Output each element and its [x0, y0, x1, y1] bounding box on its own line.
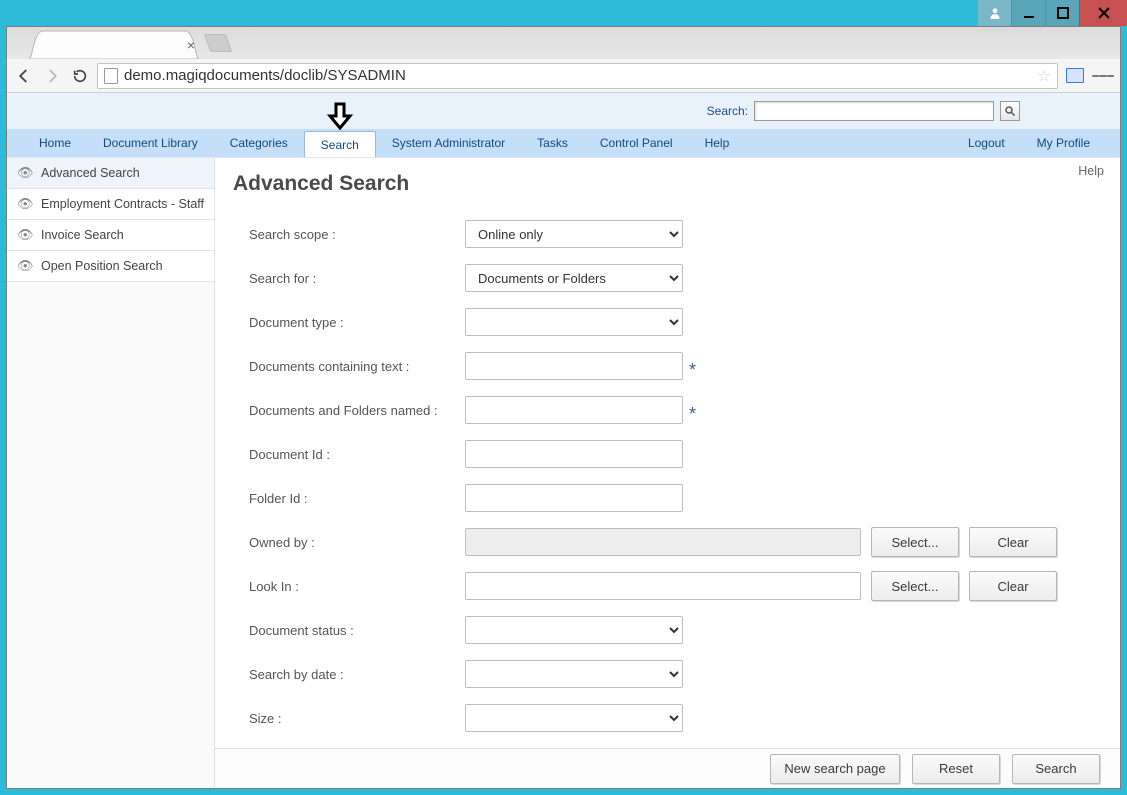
menu-document-library[interactable]: Document Library — [87, 129, 214, 157]
main-column: Help Advanced Search Search scope : Onli… — [215, 158, 1120, 788]
page-help-link[interactable]: Help — [1078, 164, 1104, 178]
sidebar: 👁 Advanced Search 👁 Employment Contracts… — [7, 158, 215, 788]
sidebar-item-open-position-search[interactable]: 👁 Open Position Search — [7, 251, 214, 282]
menu-home[interactable]: Home — [23, 129, 87, 157]
main-menu: Home Document Library Categories Search … — [7, 129, 1120, 157]
highlight-arrow-icon — [327, 102, 353, 133]
owned-by-select-button[interactable]: Select... — [871, 527, 959, 557]
select-document-type[interactable] — [465, 308, 683, 336]
select-search-for[interactable]: Documents or Folders — [465, 264, 683, 292]
menu-control-panel[interactable]: Control Panel — [584, 129, 689, 157]
reload-icon[interactable] — [69, 65, 91, 87]
window-close-button[interactable] — [1079, 0, 1127, 26]
sidebar-item-invoice-search[interactable]: 👁 Invoice Search — [7, 220, 214, 251]
eye-icon: 👁 — [17, 196, 33, 212]
browser-menu-icon[interactable] — [1092, 65, 1114, 87]
select-search-by-date[interactable] — [465, 660, 683, 688]
new-search-page-button[interactable]: New search page — [770, 754, 900, 784]
menu-tasks[interactable]: Tasks — [521, 129, 584, 157]
input-look-in[interactable] — [465, 572, 861, 600]
browser-toolbar: demo.magiqdocuments/doclib/SYSADMIN ☆ — [7, 59, 1120, 93]
label-owned-by: Owned by : — [249, 535, 465, 550]
tab-close-icon[interactable]: × — [187, 37, 195, 53]
menu-logout[interactable]: Logout — [952, 129, 1021, 157]
window-maximize-button[interactable] — [1045, 0, 1079, 26]
select-size[interactable] — [465, 704, 683, 732]
search-button[interactable]: Search — [1012, 754, 1100, 784]
eye-icon: 👁 — [17, 165, 33, 181]
browser-window: × demo.magiqdocuments/doclib/SYSADMIN ☆ … — [6, 26, 1121, 789]
window-minimize-button[interactable] — [1011, 0, 1045, 26]
owned-by-clear-button[interactable]: Clear — [969, 527, 1057, 557]
input-owned-by[interactable] — [465, 528, 861, 556]
sidebar-item-label: Open Position Search — [41, 259, 163, 273]
window-titlebar — [0, 0, 1127, 26]
menu-search[interactable]: Search — [304, 131, 376, 157]
label-folder-id: Folder Id : — [249, 491, 465, 506]
label-search-for: Search for : — [249, 271, 465, 286]
select-search-scope[interactable]: Online only — [465, 220, 683, 248]
url-text: demo.magiqdocuments/doclib/SYSADMIN — [124, 67, 1032, 84]
input-folder-id[interactable] — [465, 484, 683, 512]
wildcard-asterisk-icon: * — [689, 360, 696, 381]
menu-my-profile[interactable]: My Profile — [1021, 129, 1106, 157]
global-search-input[interactable] — [754, 101, 994, 121]
label-document-id: Document Id : — [249, 447, 465, 462]
look-in-clear-button[interactable]: Clear — [969, 571, 1057, 601]
sidebar-item-label: Invoice Search — [41, 228, 124, 242]
menu-help[interactable]: Help — [689, 129, 746, 157]
wildcard-asterisk-icon: * — [689, 404, 696, 425]
sidebar-item-employment-contracts[interactable]: 👁 Employment Contracts - Staff — [7, 189, 214, 220]
bookmark-star-icon[interactable]: ☆ — [1038, 67, 1051, 85]
page-icon — [104, 68, 118, 84]
label-size: Size : — [249, 711, 465, 726]
menu-categories[interactable]: Categories — [214, 129, 304, 157]
look-in-select-button[interactable]: Select... — [871, 571, 959, 601]
label-document-status: Document status : — [249, 623, 465, 638]
app-container: Search: Home Document Library Categories… — [7, 93, 1120, 788]
address-bar[interactable]: demo.magiqdocuments/doclib/SYSADMIN ☆ — [97, 63, 1058, 89]
user-account-icon[interactable] — [977, 0, 1011, 26]
global-search-bar: Search: — [7, 93, 1120, 129]
input-docs-folders-named[interactable] — [465, 396, 683, 424]
label-search-by-date: Search by date : — [249, 667, 465, 682]
sidebar-item-label: Employment Contracts - Staff — [41, 197, 204, 211]
panel-toggle-icon[interactable] — [1064, 65, 1086, 87]
label-docs-folders-named: Documents and Folders named : — [249, 403, 465, 418]
search-form: Search scope : Online only Search for : … — [215, 204, 1120, 748]
label-document-type: Document type : — [249, 315, 465, 330]
global-search-button[interactable] — [1000, 101, 1020, 121]
select-document-status[interactable] — [465, 616, 683, 644]
browser-tabstrip: × — [7, 27, 1120, 59]
forward-icon[interactable] — [41, 65, 63, 87]
label-containing-text: Documents containing text : — [249, 359, 465, 374]
body-split: 👁 Advanced Search 👁 Employment Contracts… — [7, 157, 1120, 788]
eye-icon: 👁 — [17, 227, 33, 243]
sidebar-item-label: Advanced Search — [41, 166, 140, 180]
input-document-id[interactable] — [465, 440, 683, 468]
reset-button[interactable]: Reset — [912, 754, 1000, 784]
label-search-scope: Search scope : — [249, 227, 465, 242]
global-search-label: Search: — [707, 104, 748, 118]
browser-tab[interactable]: × — [19, 29, 209, 59]
menu-search-label: Search — [321, 138, 359, 152]
menu-system-administrator[interactable]: System Administrator — [376, 129, 521, 157]
sidebar-item-advanced-search[interactable]: 👁 Advanced Search — [7, 158, 214, 189]
label-look-in: Look In : — [249, 579, 465, 594]
page-title: Advanced Search — [215, 158, 1120, 204]
back-icon[interactable] — [13, 65, 35, 87]
footer-actions: New search page Reset Search — [215, 748, 1120, 788]
input-containing-text[interactable] — [465, 352, 683, 380]
eye-icon: 👁 — [17, 258, 33, 274]
